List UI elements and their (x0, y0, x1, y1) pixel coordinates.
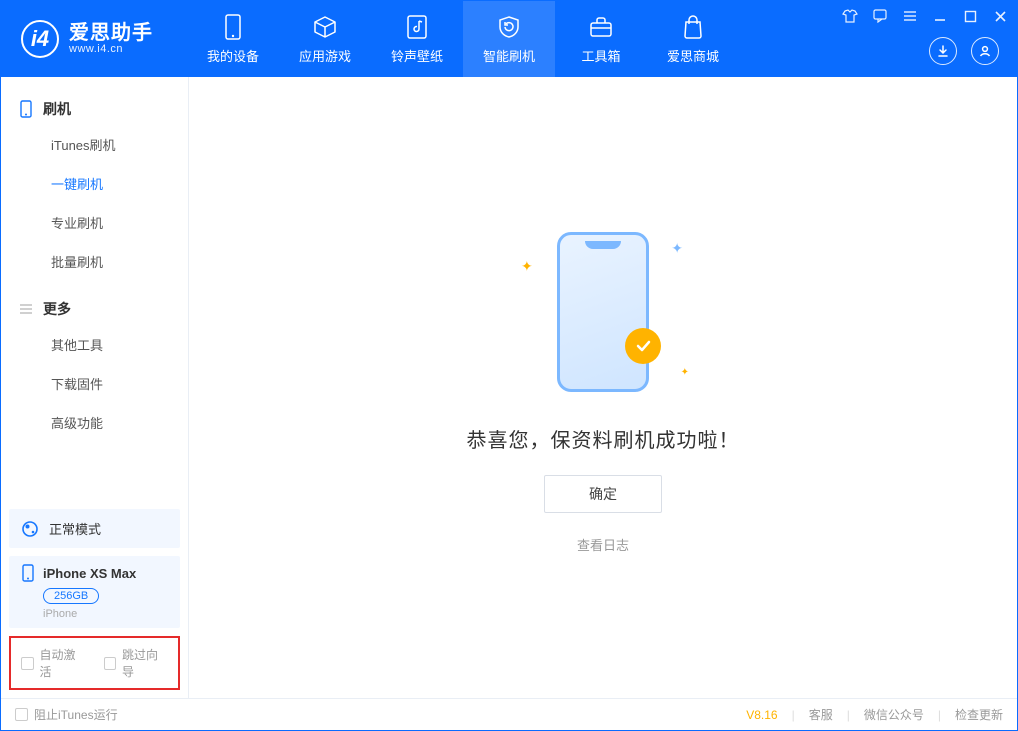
checkbox-box-icon (21, 657, 34, 670)
sidebar: 刷机 iTunes刷机 一键刷机 专业刷机 批量刷机 更多 其他工具 下载固件 … (1, 77, 189, 698)
shopping-bag-icon (680, 14, 706, 40)
tshirt-icon[interactable] (841, 7, 859, 25)
toolbox-icon (588, 14, 614, 40)
ok-button[interactable]: 确定 (544, 475, 662, 513)
window-controls (841, 7, 1009, 25)
sidebar-item-pro-flash[interactable]: 专业刷机 (1, 203, 188, 242)
header-right-icons (929, 37, 999, 65)
main-tabs: 我的设备 应用游戏 铃声壁纸 智能刷机 工具箱 爱思商城 (187, 1, 739, 77)
sidebar-section-flash: 刷机 (1, 93, 188, 125)
sidebar-item-one-click-flash[interactable]: 一键刷机 (1, 164, 188, 203)
sidebar-item-advanced[interactable]: 高级功能 (1, 403, 188, 442)
checkbox-skip-guide[interactable]: 跳过向导 (104, 646, 169, 680)
main-content: ✦ ✦ ✦ 恭喜您，保资料刷机成功啦！ 确定 查看日志 (189, 77, 1017, 698)
check-update-link[interactable]: 检查更新 (955, 706, 1003, 723)
download-icon[interactable] (929, 37, 957, 65)
view-log-link[interactable]: 查看日志 (577, 535, 629, 554)
device-name-text: iPhone XS Max (43, 566, 136, 581)
status-bar: 阻止iTunes运行 V8.16 | 客服 | 微信公众号 | 检查更新 (1, 698, 1017, 730)
logo: i4 爱思助手 www.i4.cn (1, 1, 169, 77)
close-icon[interactable] (991, 7, 1009, 25)
sparkle-icon: ✦ (521, 258, 533, 275)
music-note-icon (404, 14, 430, 40)
success-message: 恭喜您，保资料刷机成功啦！ (467, 424, 740, 453)
tab-my-device[interactable]: 我的设备 (187, 1, 279, 77)
cube-icon (312, 14, 338, 40)
mode-card[interactable]: 正常模式 (9, 509, 180, 548)
brand-name: 爱思助手 (69, 23, 153, 43)
tab-smart-flash[interactable]: 智能刷机 (463, 1, 555, 77)
body: 刷机 iTunes刷机 一键刷机 专业刷机 批量刷机 更多 其他工具 下载固件 … (1, 77, 1017, 698)
logo-icon: i4 (21, 20, 59, 58)
mode-icon (21, 520, 39, 538)
sidebar-item-download-firmware[interactable]: 下载固件 (1, 364, 188, 403)
sidebar-item-other-tools[interactable]: 其他工具 (1, 325, 188, 364)
app-window: i4 爱思助手 www.i4.cn 我的设备 应用游戏 铃声壁纸 智能刷机 (0, 0, 1018, 731)
customer-service-link[interactable]: 客服 (809, 706, 833, 723)
bottom-checkbox-row: 自动激活 跳过向导 (9, 636, 180, 690)
checkbox-auto-activate[interactable]: 自动激活 (21, 646, 86, 680)
menu-icon[interactable] (901, 7, 919, 25)
device-icon (19, 100, 33, 118)
phone-icon (220, 14, 246, 40)
device-card[interactable]: iPhone XS Max 256GB iPhone (9, 556, 180, 628)
brand-url: www.i4.cn (69, 43, 153, 55)
sidebar-item-itunes-flash[interactable]: iTunes刷机 (1, 125, 188, 164)
sidebar-item-batch-flash[interactable]: 批量刷机 (1, 242, 188, 281)
minimize-icon[interactable] (931, 7, 949, 25)
user-icon[interactable] (971, 37, 999, 65)
tab-store[interactable]: 爱思商城 (647, 1, 739, 77)
success-illustration: ✦ ✦ ✦ (493, 222, 713, 402)
feedback-icon[interactable] (871, 7, 889, 25)
version-text: V8.16 (746, 708, 777, 722)
phone-illustration-icon (557, 232, 649, 392)
shield-refresh-icon (496, 14, 522, 40)
device-phone-icon (21, 564, 35, 582)
checkbox-block-itunes[interactable]: 阻止iTunes运行 (15, 706, 118, 723)
tab-apps-games[interactable]: 应用游戏 (279, 1, 371, 77)
device-storage-badge: 256GB (43, 588, 99, 604)
sparkle-icon: ✦ (681, 367, 689, 378)
device-type: iPhone (43, 608, 168, 620)
title-bar: i4 爱思助手 www.i4.cn 我的设备 应用游戏 铃声壁纸 智能刷机 (1, 1, 1017, 77)
sidebar-section-more: 更多 (1, 293, 188, 325)
sparkle-icon: ✦ (671, 240, 683, 257)
list-icon (19, 303, 33, 315)
wechat-link[interactable]: 微信公众号 (864, 706, 924, 723)
checkbox-box-icon (15, 708, 28, 721)
mode-text: 正常模式 (49, 519, 101, 538)
maximize-icon[interactable] (961, 7, 979, 25)
checkbox-box-icon (104, 657, 117, 670)
tab-toolbox[interactable]: 工具箱 (555, 1, 647, 77)
tab-ringtone-wallpaper[interactable]: 铃声壁纸 (371, 1, 463, 77)
check-badge-icon (625, 328, 661, 364)
